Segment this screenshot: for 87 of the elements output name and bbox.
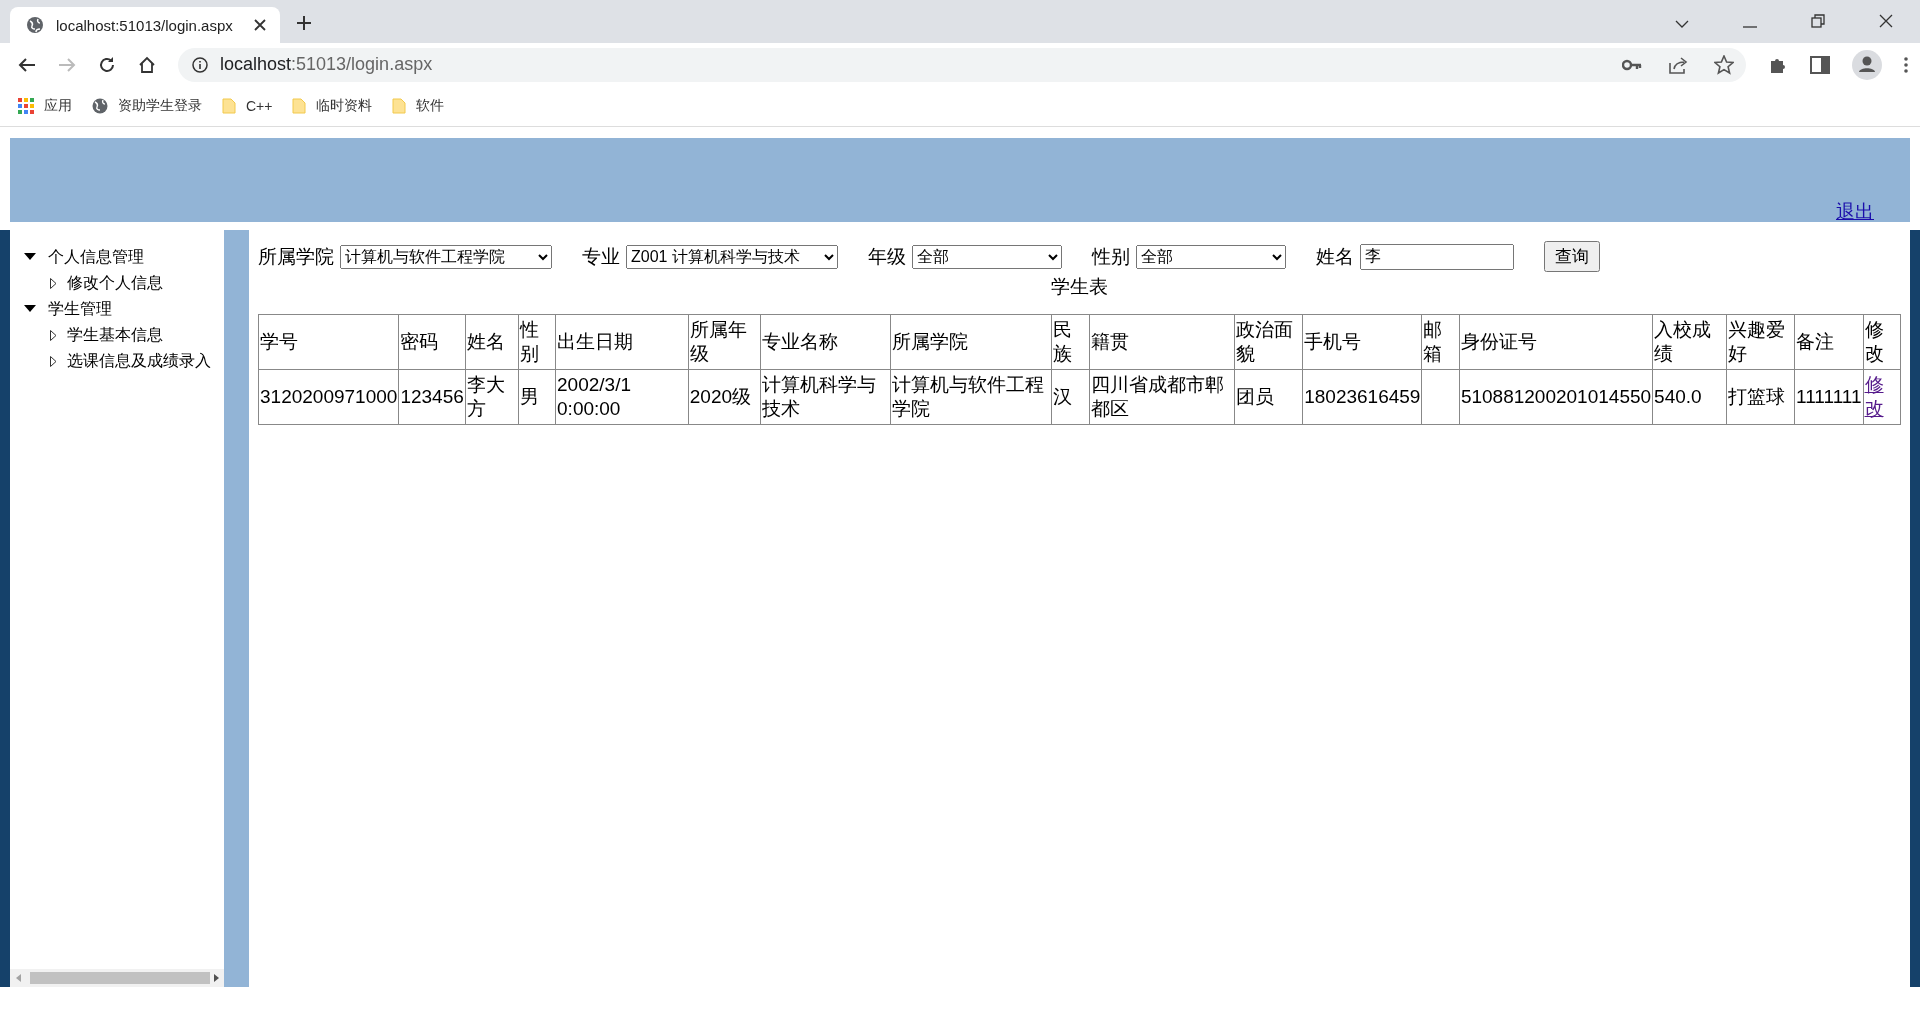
filter-label: 专业	[582, 244, 620, 269]
apps-grid-icon	[18, 98, 34, 114]
dropdown[interactable]: 计算机与软件工程学院	[340, 244, 552, 269]
globe-icon	[26, 16, 44, 34]
collapsed-triangle-icon[interactable]	[50, 355, 57, 367]
url-text: localhost:51013/login.aspx	[220, 54, 433, 75]
bookmark[interactable]: 应用	[18, 97, 72, 115]
reload-icon[interactable]	[98, 55, 116, 74]
back-icon[interactable]	[18, 56, 36, 73]
restore-icon[interactable]	[1811, 14, 1825, 28]
column-header: 密码	[398, 314, 466, 370]
column-header: 学号	[258, 314, 399, 370]
table-cell: 2002/3/1 0:00:00	[555, 369, 689, 425]
filter-label: 性别	[1092, 244, 1130, 269]
table-cell: 团员	[1234, 369, 1303, 425]
tree-item[interactable]: 修改个人信息	[10, 270, 224, 296]
expanded-triangle-icon[interactable]	[24, 253, 36, 261]
table-cell: 计算机与软件工程学院	[890, 369, 1052, 425]
column-header: 民族	[1051, 314, 1090, 370]
new-tab-icon[interactable]	[296, 15, 312, 31]
column-header: 手机号	[1302, 314, 1422, 370]
tree-item[interactable]: 学生管理	[10, 296, 224, 322]
column-header: 籍贯	[1089, 314, 1235, 370]
dropdown[interactable]: 全部	[1136, 244, 1286, 269]
tree-item[interactable]: 学生基本信息	[10, 322, 224, 348]
filter-label: 年级	[868, 244, 906, 269]
table-cell: 李大方	[465, 369, 519, 425]
column-header: 性别	[518, 314, 556, 370]
table-cell: 18023616459	[1302, 369, 1422, 425]
bookmark[interactable]: C++	[222, 98, 273, 114]
logout-link[interactable]: 退出	[1836, 199, 1874, 225]
column-header: 邮箱	[1421, 314, 1460, 370]
browser-tab[interactable]: localhost:51013/login.aspx	[10, 7, 280, 43]
key-icon[interactable]	[1622, 58, 1642, 71]
table-cell: 打篮球	[1726, 369, 1795, 425]
folder-icon	[292, 98, 307, 114]
bookmark[interactable]: 资助学生登录	[92, 97, 202, 115]
share-icon[interactable]	[1668, 55, 1688, 74]
avatar-icon[interactable]	[1852, 49, 1882, 80]
home-icon[interactable]	[138, 55, 156, 74]
expanded-triangle-icon[interactable]	[24, 305, 36, 313]
table-cell: 1111111	[1794, 369, 1863, 425]
collapsed-triangle-icon[interactable]	[50, 277, 57, 289]
tab-search-icon[interactable]	[1675, 20, 1689, 28]
table-cell: 3120200971000	[258, 369, 399, 425]
horizontal-scrollbar[interactable]	[10, 969, 224, 987]
column-header: 所属年级	[688, 314, 761, 370]
table-title: 学生表	[1050, 275, 1109, 299]
column-header: 所属学院	[890, 314, 1052, 370]
collapsed-triangle-icon[interactable]	[50, 329, 57, 341]
globe-icon	[92, 98, 108, 114]
close-icon[interactable]	[1879, 14, 1893, 28]
star-icon[interactable]	[1714, 54, 1734, 75]
table-cell: 计算机科学与技术	[760, 369, 891, 425]
table-cell: 123456	[398, 369, 466, 425]
table-cell: 510881200201014550	[1459, 369, 1653, 425]
column-header: 兴趣爱好	[1726, 314, 1795, 370]
column-header: 入校成绩	[1652, 314, 1727, 370]
table-cell: 男	[518, 369, 556, 425]
side-panel-icon[interactable]	[1810, 55, 1830, 74]
filter-label: 姓名	[1316, 244, 1354, 269]
dropdown[interactable]: 全部	[912, 244, 1062, 269]
table-cell: 540.0	[1652, 369, 1727, 425]
column-header: 政治面貌	[1234, 314, 1303, 370]
folder-icon	[222, 98, 236, 114]
close-icon[interactable]	[254, 19, 266, 31]
column-header: 专业名称	[760, 314, 891, 370]
input-field[interactable]: 李	[1360, 243, 1514, 270]
address-bar[interactable]: localhost:51013/login.aspx	[178, 47, 1746, 82]
table-cell: 汉	[1051, 369, 1090, 425]
column-header: 修改	[1863, 314, 1901, 370]
dropdown[interactable]: Z001 计算机科学与技术	[626, 244, 838, 269]
column-header: 身份证号	[1459, 314, 1653, 370]
filter-label: 所属学院	[258, 244, 334, 269]
table-cell: 四川省成都市郫都区	[1089, 369, 1235, 425]
column-header: 姓名	[465, 314, 519, 370]
column-header: 备注	[1794, 314, 1863, 370]
tree-item[interactable]: 个人信息管理	[10, 244, 224, 270]
info-icon	[192, 56, 208, 73]
table-cell: 2020级	[688, 369, 761, 425]
bookmark[interactable]: 临时资料	[292, 97, 373, 115]
folder-icon	[392, 98, 407, 114]
search-button[interactable]: 查询	[1544, 241, 1600, 272]
menu-icon[interactable]	[1904, 56, 1908, 73]
tree-item[interactable]: 选课信息及成绩录入	[10, 348, 224, 374]
column-header: 出生日期	[555, 314, 689, 370]
bookmark[interactable]: 软件	[392, 97, 445, 115]
